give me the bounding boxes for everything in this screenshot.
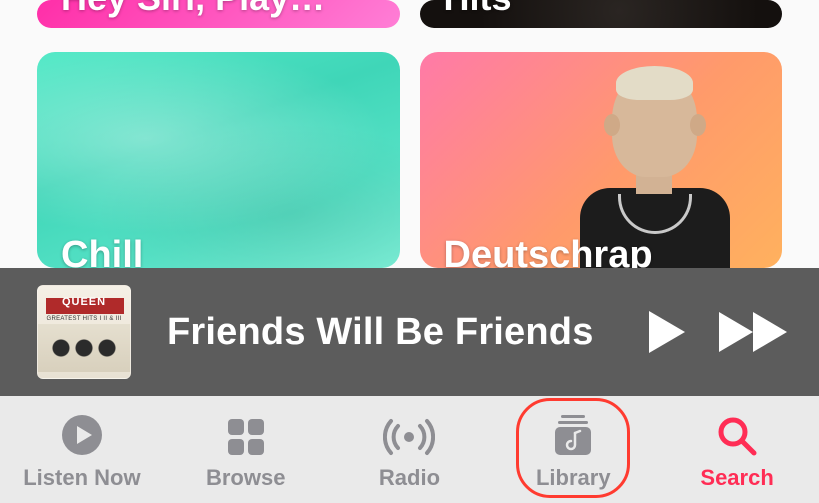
search-icon: [716, 415, 758, 457]
tab-label: Library: [536, 465, 611, 491]
tab-listen-now[interactable]: Listen Now: [0, 396, 164, 503]
play-button[interactable]: [647, 309, 687, 355]
card-chill[interactable]: Chill: [37, 52, 400, 268]
play-icon: [647, 309, 687, 355]
track-title: Friends Will Be Friends: [167, 311, 611, 354]
radio-icon: [383, 417, 435, 457]
grid-icon: [226, 417, 266, 457]
fast-forward-icon: [717, 310, 791, 354]
play-circle-icon: [60, 413, 104, 457]
tab-library[interactable]: Library: [491, 396, 655, 503]
card-label: Hits: [444, 0, 512, 16]
card-row-partial-top: Hey Siri, Play… Hits: [37, 0, 782, 28]
browse-content[interactable]: Hey Siri, Play… Hits Chill Deutschrap: [0, 0, 819, 268]
tab-search[interactable]: Search: [655, 396, 819, 503]
album-art[interactable]: GREATEST HITS I II & III: [37, 285, 131, 379]
card-label: Hey Siri, Play…: [61, 0, 325, 16]
card-hits[interactable]: Hits: [420, 0, 783, 28]
card-label: Chill: [61, 236, 143, 268]
now-playing-bar[interactable]: GREATEST HITS I II & III Friends Will Be…: [0, 268, 819, 396]
fast-forward-button[interactable]: [717, 310, 791, 354]
card-label: Deutschrap: [444, 236, 653, 268]
music-app-screen: Hey Siri, Play… Hits Chill Deutschrap GR…: [0, 0, 819, 503]
card-row-lower: Chill Deutschrap: [37, 52, 782, 268]
tab-label: Listen Now: [23, 465, 140, 491]
tab-bar: Listen Now Browse Radio Library Search: [0, 396, 819, 503]
tab-browse[interactable]: Browse: [164, 396, 328, 503]
player-controls: [647, 309, 791, 355]
tab-radio[interactable]: Radio: [328, 396, 492, 503]
card-hey-siri-play[interactable]: Hey Siri, Play…: [37, 0, 400, 28]
card-deutschrap[interactable]: Deutschrap: [420, 52, 783, 268]
tab-label: Search: [700, 465, 773, 491]
tab-label: Radio: [379, 465, 440, 491]
album-subtitle: GREATEST HITS I II & III: [38, 316, 130, 322]
tab-label: Browse: [206, 465, 285, 491]
library-icon: [553, 413, 593, 457]
